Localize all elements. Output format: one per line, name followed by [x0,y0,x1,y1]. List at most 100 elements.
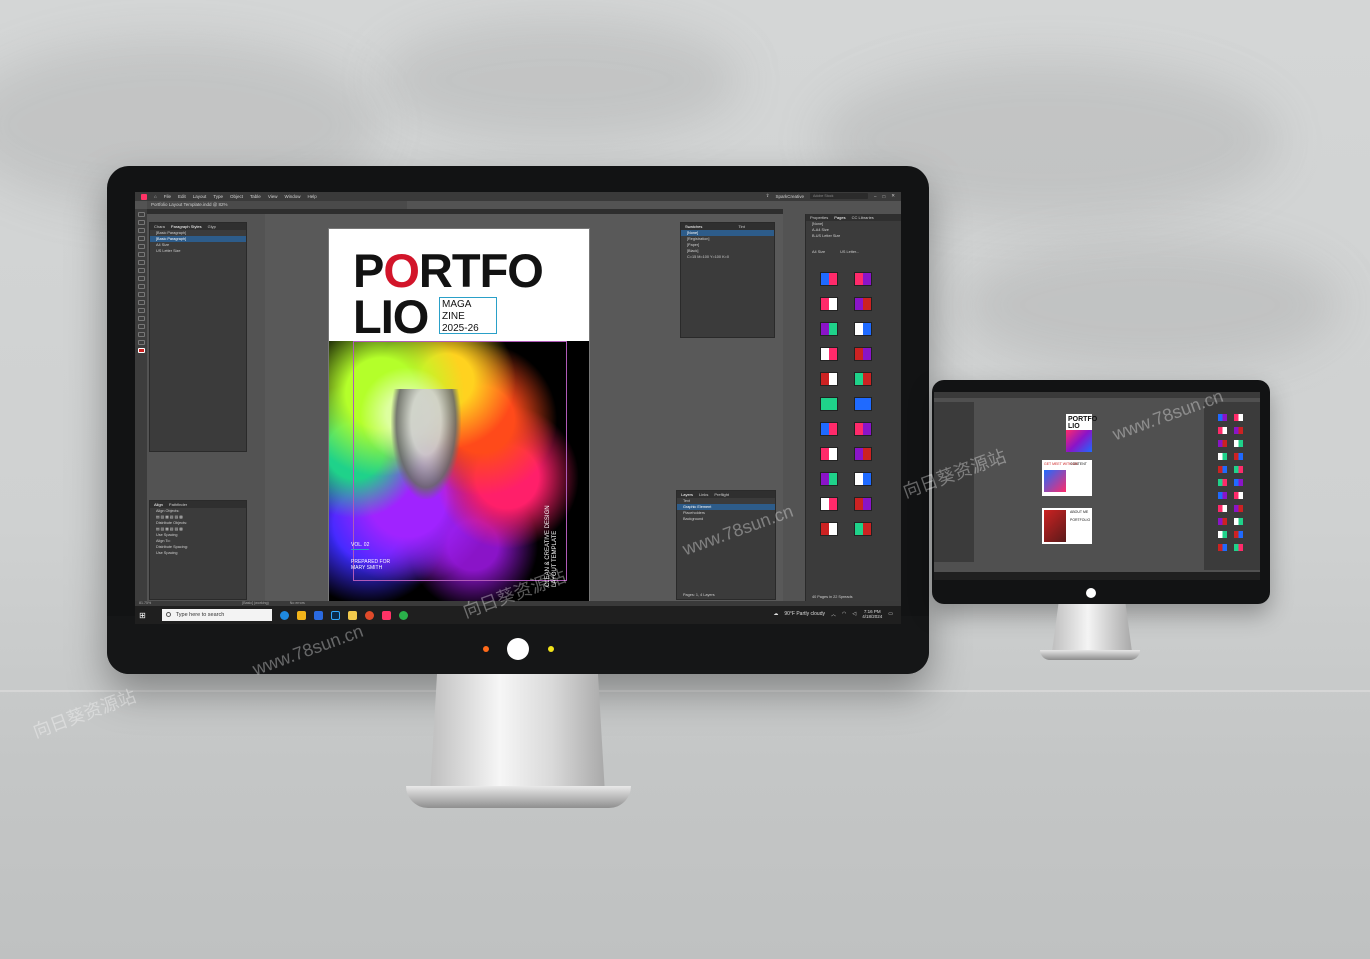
page-thumbnail[interactable] [854,522,872,536]
indesign-taskbar-icon[interactable] [381,610,391,620]
page-thumbnail[interactable] [820,397,838,411]
page-thumbnail[interactable] [820,497,838,511]
prepared-for-block[interactable]: PREPARED FOR MARY SMITH [351,559,390,571]
secondary-page-thumbnail[interactable] [1234,531,1243,538]
menu-window[interactable]: Window [285,194,301,199]
taskbar-search-input[interactable]: Type here to search [161,609,272,621]
page-thumbnail[interactable] [854,372,872,386]
menu-table[interactable]: Table [250,194,261,199]
page-thumbnail[interactable] [854,272,872,286]
secondary-page-thumbnail[interactable] [1234,544,1243,551]
secondary-page-thumbnail[interactable] [1234,479,1243,486]
workspace-switcher[interactable]: SparkCreative [775,194,804,199]
volume-label[interactable]: VOL. 02 [351,542,370,550]
gradient-tool-icon[interactable] [137,308,145,313]
secondary-page-thumbnail[interactable] [1234,518,1243,525]
page-thumbnail[interactable] [820,447,838,461]
home-icon[interactable]: ⌂ [154,194,157,199]
page-thumbnail[interactable] [854,397,872,411]
edge-icon[interactable] [279,610,289,620]
secondary-page-thumbnail[interactable] [1218,544,1227,551]
hand-tool-icon[interactable] [137,332,145,337]
document-tab[interactable]: Portfolio Layout Template.indd @ 82% [147,201,407,209]
use-spacing-checkbox[interactable]: Use Spacing [150,550,246,556]
tab-align[interactable]: Align [154,502,163,507]
menu-object[interactable]: Object [230,194,243,199]
secondary-page-thumbnail[interactable] [1234,505,1243,512]
eyedropper-tool-icon[interactable] [137,324,145,329]
selection-tool-icon[interactable] [137,212,145,217]
page-thumbnail[interactable] [820,422,838,436]
secondary-page-thumbnail[interactable] [1218,531,1227,538]
menu-layout[interactable]: Layout [193,194,207,199]
mail-icon[interactable] [313,610,323,620]
page-thumbnail[interactable] [820,472,838,486]
minimize-icon[interactable]: – [874,194,877,199]
wifi-icon[interactable]: ◠ [842,611,846,617]
tab-properties[interactable]: Properties [810,215,828,220]
store-icon[interactable] [296,610,306,620]
secondary-page-thumbnail[interactable] [1234,440,1243,447]
secondary-page-thumbnail[interactable] [1218,492,1227,499]
note-tool-icon[interactable] [137,316,145,321]
photoshop-icon[interactable] [330,610,340,620]
page-thumbnail[interactable] [820,372,838,386]
page-thumbnail[interactable] [854,297,872,311]
secondary-page-thumbnail[interactable] [1218,466,1227,473]
menu-view[interactable]: View [268,194,278,199]
page-thumbnail[interactable] [820,522,838,536]
tab-layers[interactable]: Layers [681,492,693,497]
stock-search-input[interactable]: Adobe Stock [809,193,868,199]
secondary-power-button[interactable] [1086,588,1096,598]
secondary-page-thumbnail[interactable] [1234,466,1243,473]
pencil-tool-icon[interactable] [137,268,145,273]
power-button[interactable] [507,638,529,660]
chrome-icon[interactable] [364,610,374,620]
secondary-cover-page[interactable]: PORTFO LIO [1066,414,1097,452]
transform-tool-icon[interactable] [137,300,145,305]
fill-stroke-icon[interactable] [137,348,145,353]
tray-chevron-icon[interactable]: ︿ [831,611,836,618]
menu-file[interactable]: File [164,194,171,199]
direct-selection-tool-icon[interactable] [137,220,145,225]
zoom-level[interactable]: 81.75% [139,601,151,605]
page-thumbnail[interactable] [820,347,838,361]
tab-links[interactable]: Links [699,492,708,497]
page-thumbnail[interactable] [854,447,872,461]
page-thumbnail[interactable] [820,297,838,311]
zoom-tool-icon[interactable] [137,340,145,345]
secondary-page-spread[interactable]: ABOUT ME PORTFOLIO [1042,508,1092,544]
preflight-status[interactable]: No errors [290,601,305,605]
type-tool-icon[interactable] [137,244,145,249]
secondary-page-thumbnail[interactable] [1234,414,1243,421]
cover-subtitle[interactable]: MAGA ZINE 2025-26 [442,299,479,335]
scissors-tool-icon[interactable] [137,292,145,297]
weather-text[interactable]: 90°F Partly cloudy [784,611,825,617]
cover-title-line-2[interactable]: LIO [353,293,429,340]
windows-start-icon[interactable]: ⊞ [139,611,146,620]
page-thumbnail[interactable] [854,347,872,361]
secondary-page-thumbnail[interactable] [1218,453,1227,460]
notifications-icon[interactable]: ▭ [888,611,893,617]
page-tool-icon[interactable] [137,228,145,233]
page-thumbnail[interactable] [854,322,872,336]
secondary-page-thumbnail[interactable] [1218,479,1227,486]
tab-preflight[interactable]: Preflight [714,492,729,497]
frame-tool-icon[interactable] [137,276,145,281]
secondary-page-thumbnail[interactable] [1218,414,1227,421]
chrome-icon-2[interactable] [398,610,408,620]
maximize-icon[interactable]: □ [883,194,886,199]
page-thumbnail[interactable] [854,422,872,436]
pen-tool-icon[interactable] [137,260,145,265]
secondary-page-thumbnail[interactable] [1234,492,1243,499]
tab-paragraph-styles[interactable]: Paragraph Styles [171,224,202,229]
menu-edit[interactable]: Edit [178,194,186,199]
cover-title-line-1[interactable]: PORTFO [353,247,544,294]
close-icon[interactable]: ✕ [891,193,895,199]
gap-tool-icon[interactable] [137,236,145,241]
master-row[interactable]: B-US Letter Size [806,233,901,239]
secondary-page-thumbnail[interactable] [1218,518,1227,525]
tab-character[interactable]: Chara [154,224,165,229]
volume-icon[interactable]: ◁ [852,611,856,617]
page-thumbnail[interactable] [820,272,838,286]
